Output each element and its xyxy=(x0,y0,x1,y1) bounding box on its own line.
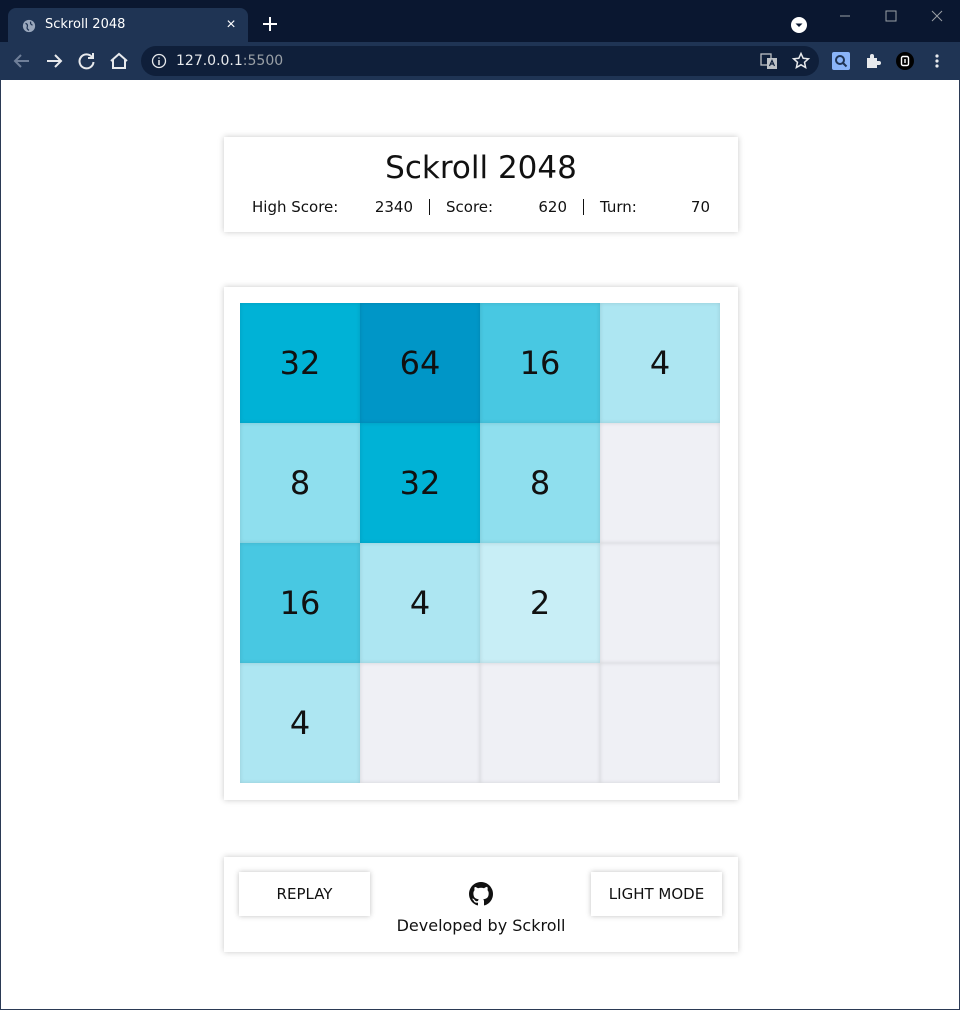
score-stats: High Score: 2340 Score: 620 Turn: 70 xyxy=(224,198,738,218)
tile: 64 xyxy=(360,303,480,423)
stat-divider xyxy=(429,199,430,215)
close-window-icon[interactable] xyxy=(914,4,960,28)
score-value: 620 xyxy=(538,198,567,216)
address-bar[interactable]: 127.0.0.1:5500 xyxy=(141,46,819,76)
score-label: Score: xyxy=(446,198,494,216)
maximize-icon[interactable] xyxy=(868,4,914,28)
replay-button[interactable]: REPLAY xyxy=(239,872,370,916)
github-icon[interactable] xyxy=(469,882,493,906)
tile: 4 xyxy=(360,543,480,663)
translate-icon[interactable] xyxy=(760,52,778,70)
more-options-icon[interactable] xyxy=(928,52,946,70)
empty-cell xyxy=(480,663,600,783)
shield-extension-icon[interactable] xyxy=(896,52,914,70)
tile: 4 xyxy=(600,303,720,423)
browser-chrome: Sckroll 2048 × 127.0.0.1:5500 xyxy=(0,0,960,80)
tile: 4 xyxy=(240,663,360,783)
tile: 8 xyxy=(240,423,360,543)
footer-card: REPLAY LIGHT MODE Developed by Sckroll xyxy=(224,857,738,952)
tab-title: Sckroll 2048 xyxy=(45,17,126,32)
developer-credit: Developed by Sckroll xyxy=(396,916,566,935)
turn-value: 70 xyxy=(690,198,710,216)
bookmark-star-icon[interactable] xyxy=(791,51,811,71)
url-host: 127.0.0.1 xyxy=(176,53,243,69)
turn-label: Turn: xyxy=(600,198,637,216)
page-title: Sckroll 2048 xyxy=(385,150,577,186)
empty-cell xyxy=(600,423,720,543)
globe-icon xyxy=(22,19,36,33)
extensions-puzzle-icon[interactable] xyxy=(864,52,882,70)
tab-strip: Sckroll 2048 × xyxy=(0,0,960,42)
stat-divider xyxy=(583,199,584,215)
back-icon[interactable] xyxy=(10,50,34,72)
empty-cell xyxy=(600,663,720,783)
page-content: Sckroll 2048 High Score: 2340 Score: 620… xyxy=(1,80,959,1009)
search-extension-icon[interactable] xyxy=(832,52,850,70)
new-tab-icon[interactable] xyxy=(260,14,280,34)
tile: 16 xyxy=(480,303,600,423)
high-score-value: 2340 xyxy=(374,198,413,216)
browser-toolbar: 127.0.0.1:5500 xyxy=(0,42,960,80)
browser-tab[interactable]: Sckroll 2048 × xyxy=(8,8,248,42)
reload-icon[interactable] xyxy=(75,50,99,72)
tile: 16 xyxy=(240,543,360,663)
tile: 32 xyxy=(360,423,480,543)
tile: 32 xyxy=(240,303,360,423)
home-icon[interactable] xyxy=(107,50,131,72)
empty-cell xyxy=(360,663,480,783)
empty-cell xyxy=(600,543,720,663)
close-tab-icon[interactable]: × xyxy=(222,16,240,34)
url-text[interactable]: 127.0.0.1:5500 xyxy=(176,53,283,69)
tab-search-icon[interactable] xyxy=(791,17,807,33)
game-board[interactable]: 32 64 16 4 8 32 8 16 4 2 4 xyxy=(240,303,720,783)
high-score-label: High Score: xyxy=(252,198,339,216)
minimize-icon[interactable] xyxy=(822,4,868,28)
score-header-card: Sckroll 2048 High Score: 2340 Score: 620… xyxy=(224,137,738,232)
forward-icon[interactable] xyxy=(42,50,66,72)
game-board-card: 32 64 16 4 8 32 8 16 4 2 4 xyxy=(224,287,738,800)
light-mode-button[interactable]: LIGHT MODE xyxy=(591,872,722,916)
info-icon[interactable] xyxy=(151,53,167,69)
tile: 2 xyxy=(480,543,600,663)
tile: 8 xyxy=(480,423,600,543)
url-port: :5500 xyxy=(242,53,284,69)
